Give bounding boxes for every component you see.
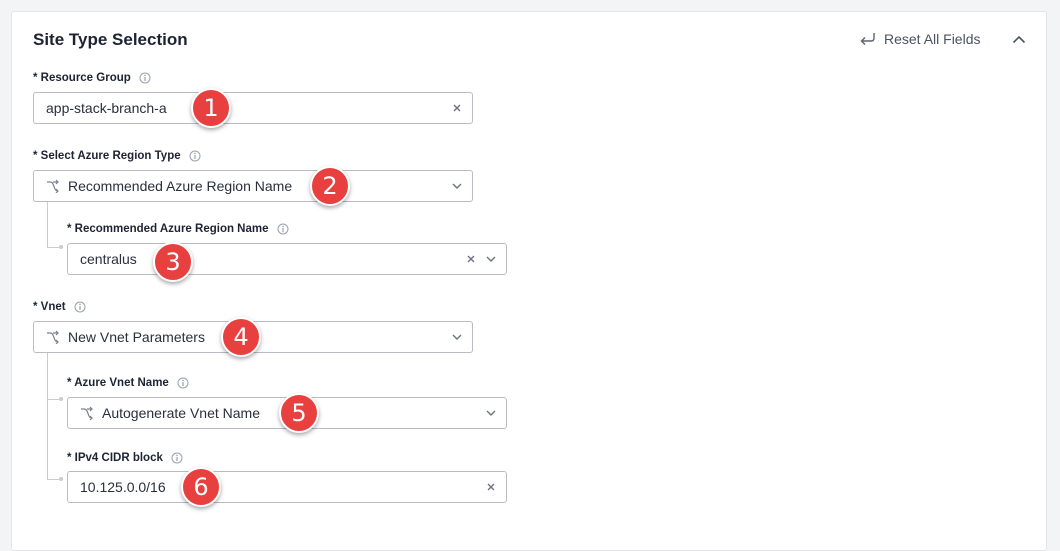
chevron-down-icon[interactable] bbox=[486, 256, 496, 262]
cidr-label: * IPv4 CIDR block bbox=[67, 452, 163, 464]
vnet-label-row: * Vnet bbox=[33, 301, 86, 313]
vnet-label: * Vnet bbox=[33, 301, 66, 313]
resource-group-value: app-stack-branch-a bbox=[46, 100, 167, 116]
branch-icon bbox=[46, 330, 60, 344]
region-name-value: centralus bbox=[80, 251, 137, 267]
cidr-label-row: * IPv4 CIDR block bbox=[67, 452, 183, 464]
cidr-input[interactable]: 10.125.0.0/16 bbox=[67, 471, 507, 503]
info-icon bbox=[177, 377, 189, 389]
close-icon[interactable] bbox=[466, 254, 476, 264]
reset-all-fields-button[interactable]: Reset All Fields bbox=[859, 31, 980, 47]
region-type-label: * Select Azure Region Type bbox=[33, 150, 181, 162]
annotation-badge-4: 4 bbox=[221, 317, 261, 357]
resource-group-label: * Resource Group bbox=[33, 72, 131, 84]
annotation-badge-1: 1 bbox=[191, 88, 231, 128]
resource-group-label-row: * Resource Group bbox=[33, 72, 151, 84]
collapse-button[interactable] bbox=[1011, 31, 1027, 47]
chevron-down-icon[interactable] bbox=[452, 183, 462, 189]
branch-icon bbox=[46, 179, 60, 193]
info-icon bbox=[171, 452, 183, 464]
annotation-badge-5: 5 bbox=[279, 393, 319, 433]
region-name-label-row: * Recommended Azure Region Name bbox=[67, 223, 289, 235]
resource-group-input[interactable]: app-stack-branch-a bbox=[33, 92, 473, 124]
region-type-value: Recommended Azure Region Name bbox=[68, 178, 293, 194]
annotation-badge-6: 6 bbox=[181, 467, 221, 507]
close-icon[interactable] bbox=[452, 103, 462, 113]
section-title: Site Type Selection bbox=[33, 30, 188, 49]
cidr-value: 10.125.0.0/16 bbox=[80, 479, 166, 495]
vnet-name-label-row: * Azure Vnet Name bbox=[67, 377, 189, 389]
region-type-select[interactable]: Recommended Azure Region Name bbox=[33, 170, 473, 202]
info-icon bbox=[139, 72, 151, 84]
info-icon bbox=[277, 223, 289, 235]
undo-icon bbox=[859, 32, 876, 46]
chevron-down-icon[interactable] bbox=[452, 334, 462, 340]
chevron-down-icon[interactable] bbox=[486, 410, 496, 416]
region-name-label: * Recommended Azure Region Name bbox=[67, 223, 269, 235]
info-icon bbox=[189, 150, 201, 162]
region-name-select[interactable]: centralus bbox=[67, 243, 507, 275]
close-icon[interactable] bbox=[486, 482, 496, 492]
reset-all-fields-label: Reset All Fields bbox=[884, 31, 981, 47]
annotation-badge-3: 3 bbox=[153, 242, 193, 282]
branch-icon bbox=[80, 406, 94, 420]
annotation-badge-2: 2 bbox=[310, 166, 350, 206]
chevron-up-icon bbox=[1012, 35, 1026, 43]
info-icon bbox=[74, 301, 86, 313]
vnet-name-label: * Azure Vnet Name bbox=[67, 377, 169, 389]
region-type-label-row: * Select Azure Region Type bbox=[33, 150, 201, 162]
